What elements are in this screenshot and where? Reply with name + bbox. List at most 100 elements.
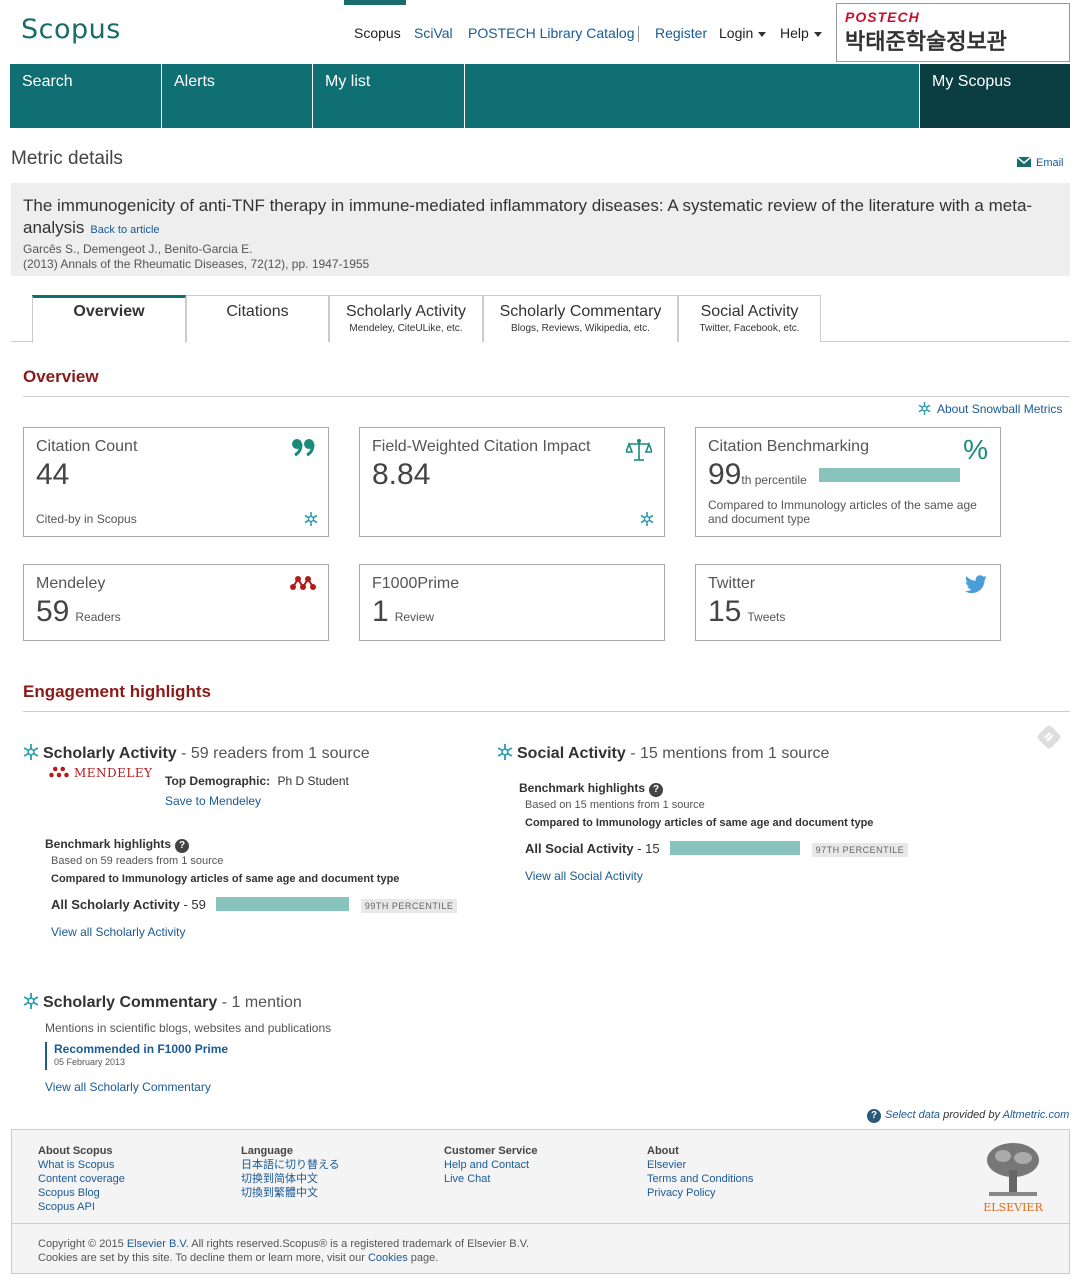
overview-heading: Overview [23, 367, 99, 386]
mendeley-icon [49, 766, 69, 778]
copyright-text: Copyright © 2015 [38, 1238, 127, 1250]
tab-overview[interactable]: Overview [32, 295, 186, 343]
institution-logo[interactable]: POSTECH 박태준학술정보관 [836, 3, 1070, 62]
footer-link[interactable]: Elsevier [647, 1158, 753, 1172]
article-title-text: The immunogenicity of anti-TNF therapy i… [23, 196, 1033, 237]
main-nav: Search Alerts My list My Scopus [10, 64, 1070, 128]
link-library-catalog[interactable]: POSTECH Library Catalog [468, 25, 635, 41]
feed-icon[interactable] [1036, 724, 1062, 750]
percentile-badge: 97TH PERCENTILE [811, 843, 909, 857]
tab-scholarly-activity[interactable]: Scholarly Activity Mendeley, CiteULike, e… [329, 295, 483, 342]
chevron-down-icon [758, 31, 767, 37]
review-count: 1 [372, 595, 389, 628]
metric-value: - 59 [179, 897, 206, 912]
tab-label: Citations [226, 303, 289, 320]
about-snowball-link[interactable]: About Snowball Metrics [918, 402, 1062, 416]
footer-link[interactable]: Privacy Policy [647, 1186, 753, 1200]
footer-link[interactable]: Content coverage [38, 1172, 125, 1186]
help-icon[interactable]: ? [649, 783, 664, 797]
select-data-link[interactable]: Select data [885, 1109, 940, 1121]
tab-label: Scholarly Activity [345, 303, 467, 320]
help-menu[interactable]: Help [780, 25, 822, 41]
section-summary: - 1 mention [217, 994, 302, 1011]
footer-col-about-scopus: About Scopus What is Scopus Content cove… [38, 1144, 125, 1214]
footer-heading: Language [241, 1145, 293, 1157]
commentary-item-title[interactable]: Recommended in F1000 Prime [54, 1042, 228, 1056]
snowflake-icon [640, 512, 654, 526]
elsevier-logo[interactable]: ELSEVIER [978, 1140, 1048, 1216]
twitter-bird-icon [964, 575, 987, 594]
percentile-bar [215, 897, 349, 911]
cookies-link[interactable]: Cookies [368, 1252, 408, 1264]
provided-by-text: provided by [940, 1109, 1003, 1121]
tweet-unit: Tweets [747, 610, 786, 624]
footer-link[interactable]: 日本語に切り替える [241, 1158, 340, 1172]
nav-search[interactable]: Search [10, 64, 162, 128]
tab-scholarly-commentary[interactable]: Scholarly Commentary Blogs, Reviews, Wiki… [483, 295, 678, 342]
percent-icon: % [963, 434, 988, 465]
link-register[interactable]: Register [655, 25, 707, 41]
back-to-article-link[interactable]: Back to article [90, 224, 159, 236]
mendeley-wordmark: MENDELEY [74, 766, 153, 780]
benchmark-compared: Compared to Immunology articles of same … [51, 873, 400, 885]
benchmark-title: Benchmark highlights? [45, 837, 190, 853]
scholarly-commentary-heading: Scholarly Commentary - 1 mention [23, 993, 302, 1012]
citation-benchmark-card[interactable]: Citation Benchmarking 99th percentile Co… [695, 427, 1001, 537]
snowflake-icon [918, 402, 931, 415]
help-icon[interactable]: ? [867, 1109, 881, 1123]
email-link[interactable]: Email [1017, 157, 1064, 169]
footer-link[interactable]: 切换到简体中文 [241, 1172, 340, 1186]
percentile-value: 99 [708, 458, 742, 491]
card-subtext: Compared to Immunology articles of the s… [708, 498, 977, 526]
footer-link[interactable]: Live Chat [444, 1172, 538, 1186]
section-title: Scholarly Activity [43, 745, 177, 762]
section-title: Social Activity [517, 745, 626, 762]
login-label: Login [719, 25, 754, 41]
tab-sublabel: Blogs, Reviews, Wikipedia, etc. [511, 323, 650, 334]
article-header: The immunogenicity of anti-TNF therapy i… [11, 183, 1070, 276]
footer-link[interactable]: 切換到繁體中文 [241, 1186, 340, 1200]
altmetric-link[interactable]: Altmetric.com [1003, 1109, 1070, 1121]
readers-count: 59 [36, 595, 70, 628]
divider [23, 711, 1070, 712]
link-scopus[interactable]: Scopus [354, 25, 401, 41]
all-scholarly-activity: All Scholarly Activity - 59 99TH PERCENTI… [51, 897, 458, 913]
citation-count-card[interactable]: Citation Count 44 Cited-by in Scopus [23, 427, 329, 537]
view-all-social-activity-link[interactable]: View all Social Activity [525, 869, 643, 883]
nav-alerts[interactable]: Alerts [162, 64, 313, 128]
metric-value: - 15 [633, 841, 660, 856]
social-activity-heading: Social Activity - 15 mentions from 1 sou… [497, 744, 829, 763]
nav-my-list[interactable]: My list [313, 64, 465, 128]
cookies-text-end: page. [407, 1252, 439, 1264]
altmetric-credit: ? Select data provided by Altmetric.com [867, 1109, 1069, 1123]
view-all-commentary-link[interactable]: View all Scholarly Commentary [45, 1080, 211, 1094]
login-menu[interactable]: Login [719, 25, 767, 41]
footer-heading: About [647, 1145, 679, 1157]
card-value: 59 Readers [36, 595, 316, 629]
elsevier-link[interactable]: Elsevier B.V. [127, 1238, 189, 1250]
footer-link[interactable]: Scopus Blog [38, 1186, 125, 1200]
nav-my-scopus[interactable]: My Scopus [919, 64, 1070, 128]
fwci-card[interactable]: Field-Weighted Citation Impact 8.84 [359, 427, 665, 537]
tab-social-activity[interactable]: Social Activity Twitter, Facebook, etc. [678, 295, 821, 342]
snowflake-icon [497, 744, 513, 760]
mendeley-card[interactable]: Mendeley 59 Readers [23, 564, 329, 641]
footer-col-language: Language 日本語に切り替える 切换到简体中文 切換到繁體中文 [241, 1144, 340, 1200]
link-scival[interactable]: SciVal [414, 25, 453, 41]
snowflake-icon [304, 512, 318, 526]
help-icon[interactable]: ? [175, 839, 190, 853]
f1000-card[interactable]: F1000Prime 1 Review [359, 564, 665, 641]
scales-icon [626, 439, 652, 461]
twitter-card[interactable]: Twitter 15 Tweets [695, 564, 1001, 641]
footer-link[interactable]: Terms and Conditions [647, 1172, 753, 1186]
footer-link[interactable]: What is Scopus [38, 1158, 125, 1172]
footer-link[interactable]: Help and Contact [444, 1158, 538, 1172]
view-all-scholarly-activity-link[interactable]: View all Scholarly Activity [51, 925, 186, 939]
tab-citations[interactable]: Citations [186, 295, 329, 342]
footer-link[interactable]: Scopus API [38, 1200, 125, 1214]
scopus-logo[interactable]: Scopus [21, 14, 121, 45]
metric-label: All Scholarly Activity [51, 897, 180, 912]
save-to-mendeley-link[interactable]: Save to Mendeley [165, 794, 261, 808]
tab-label: Social Activity [700, 303, 799, 320]
footer-heading: About Scopus [38, 1145, 113, 1157]
